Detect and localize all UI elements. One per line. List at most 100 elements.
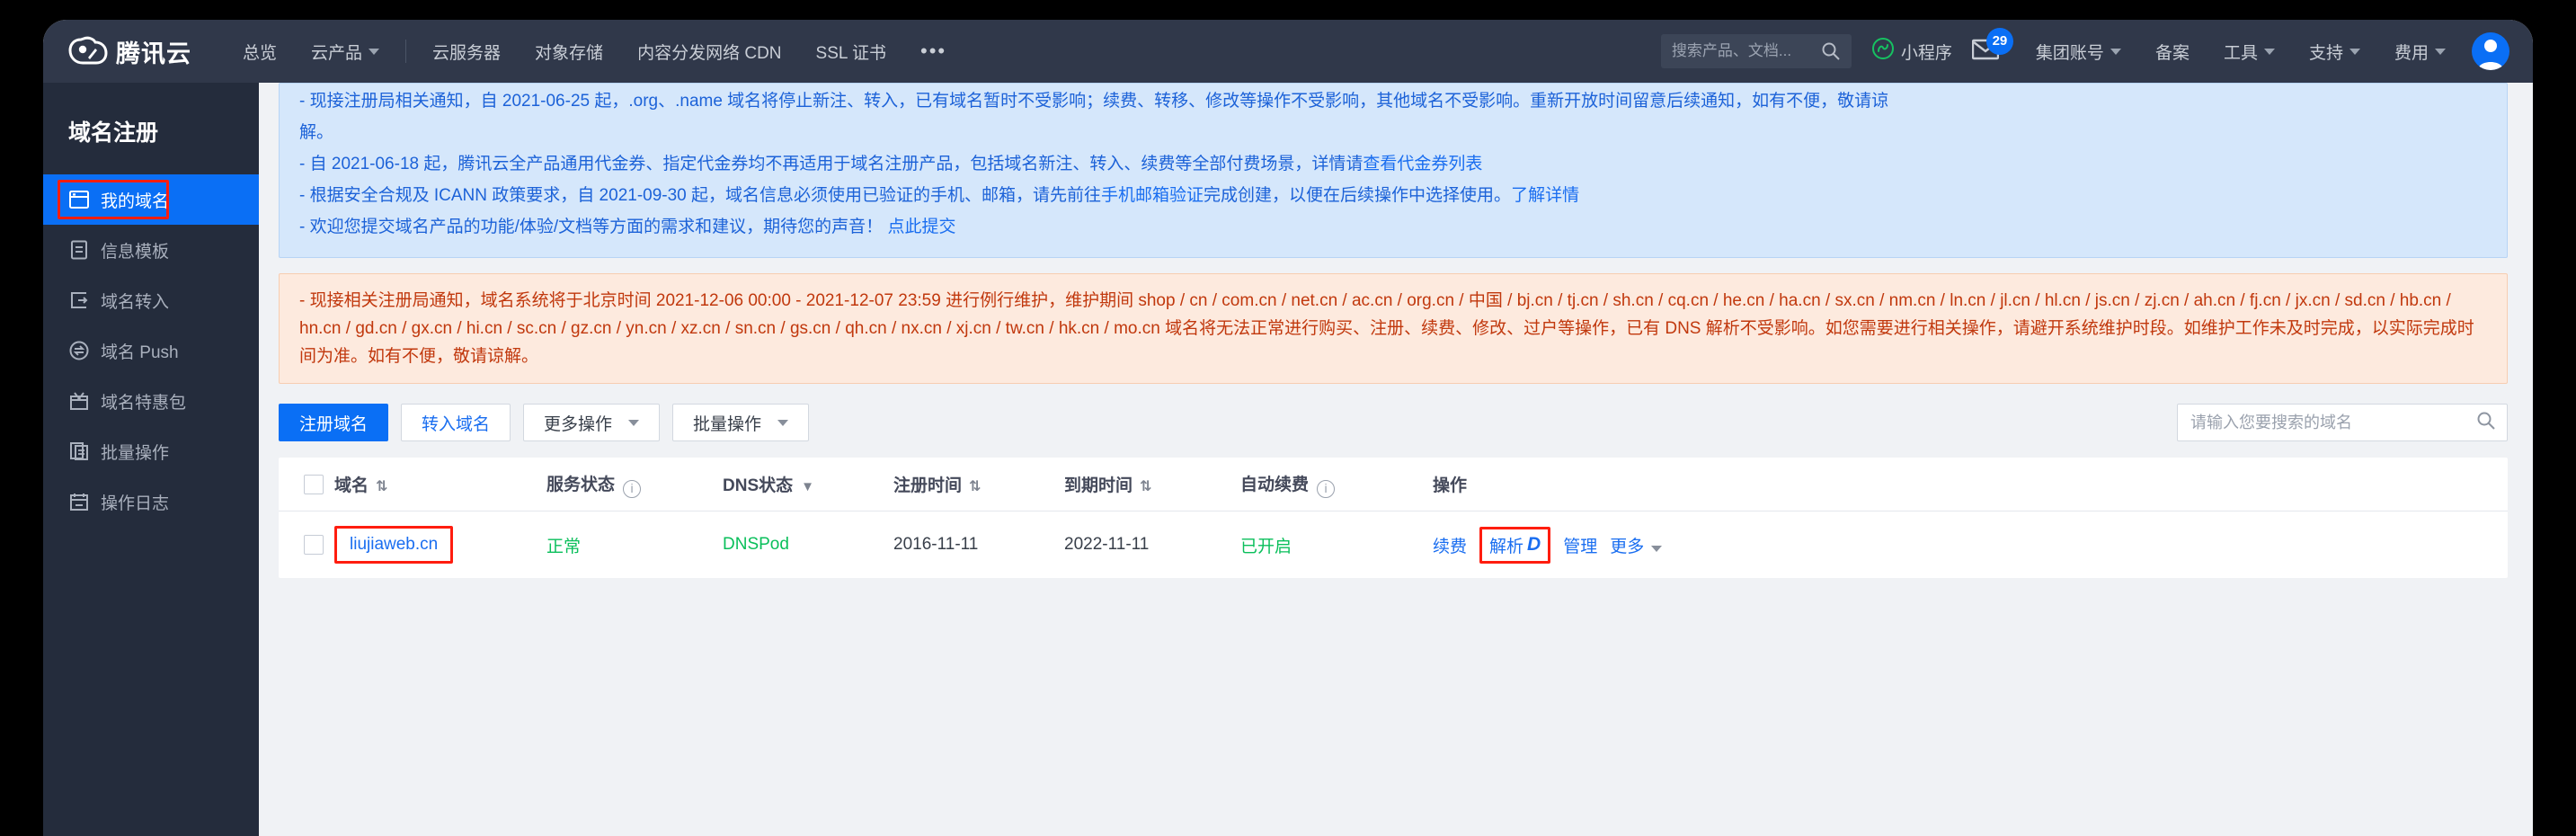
nav-item-cdn[interactable]: 内容分发网络 CDN <box>620 20 798 83</box>
domain-search-box[interactable] <box>2177 404 2508 441</box>
nav-divider <box>405 40 407 63</box>
search-icon[interactable] <box>2476 411 2496 435</box>
search-icon[interactable] <box>1821 41 1841 61</box>
chevron-down-icon <box>777 419 789 426</box>
resolve-action[interactable]: 解析 <box>1489 533 1523 557</box>
renew-action[interactable]: 续费 <box>1433 533 1467 557</box>
cell-domain: liujiaweb.cn <box>334 526 546 564</box>
nav-item-cos[interactable]: 对象存储 <box>518 20 620 83</box>
nav-label: 云产品 <box>311 43 363 63</box>
sidebar-item-domain-push[interactable]: 域名 Push <box>43 325 259 376</box>
nav-item-cvm[interactable]: 云服务器 <box>415 20 518 83</box>
sidebar-item-label: 我的域名 <box>101 191 170 211</box>
calendar-icon <box>68 491 90 512</box>
register-domain-label: 注册域名 <box>299 414 369 434</box>
sidebar-item-operation-log[interactable]: 操作日志 <box>43 476 259 527</box>
phone-email-verify-link[interactable]: 手机邮箱验证 <box>1101 186 1204 205</box>
nav-label: 备案 <box>2154 43 2190 63</box>
sidebar-item-batch-ops[interactable]: 批量操作 <box>43 426 259 476</box>
domain-link[interactable]: liujiaweb.cn <box>350 535 438 554</box>
col-dns-status-label: DNS状态 <box>723 476 794 495</box>
chevron-down-icon <box>2349 48 2360 55</box>
col-register-time-label: 注册时间 <box>893 476 963 495</box>
batch-operations-dropdown[interactable]: 批量操作 <box>672 404 810 441</box>
transfer-in-icon <box>68 289 90 311</box>
sidebar-item-transfer-in[interactable]: 域名转入 <box>43 275 259 325</box>
submit-feedback-link[interactable]: 点此提交 <box>887 218 955 236</box>
row-checkbox[interactable] <box>304 535 324 555</box>
cell-auto-renew: 已开启 <box>1240 537 1292 556</box>
notice-line-3: - 根据安全合规及 ICANN 政策要求，自 2021-09-30 起，域名信息… <box>299 180 2487 211</box>
primary-nav: 总览 云产品 云服务器 对象存储 内容分发网络 CDN SSL 证书 ••• <box>226 20 964 83</box>
col-domain-label: 域名 <box>334 476 369 495</box>
col-expire-time-label: 到期时间 <box>1064 476 1133 495</box>
sidebar-item-label: 域名特惠包 <box>101 393 187 413</box>
nav-label: 总览 <box>243 43 278 63</box>
avatar[interactable] <box>2472 32 2509 70</box>
main-content: - 现接注册局相关通知，自 2021-06-25 起，.org、.name 域名… <box>259 83 2533 836</box>
manage-action[interactable]: 管理 <box>1563 533 1597 557</box>
table-toolbar: 注册域名 转入域名 更多操作 批量操作 <box>279 404 2508 441</box>
sidebar-item-label: 域名转入 <box>101 292 170 312</box>
nav-label: 集团账号 <box>2035 43 2104 63</box>
col-register-time[interactable]: 注册时间 ⇅ <box>893 472 1064 496</box>
nav-item-ssl[interactable]: SSL 证书 <box>799 20 904 83</box>
more-operations-label: 更多操作 <box>544 414 613 434</box>
info-icon[interactable]: i <box>1317 479 1336 498</box>
highlight-box-domain: liujiaweb.cn <box>334 526 454 564</box>
col-expire-time[interactable]: 到期时间 ⇅ <box>1064 472 1240 496</box>
col-operations-label: 操作 <box>1433 476 1468 495</box>
global-search[interactable] <box>1660 34 1852 68</box>
nav-item-billing[interactable]: 费用 <box>2377 20 2463 83</box>
sidebar-item-domain-package[interactable]: 域名特惠包 <box>43 376 259 426</box>
transfer-in-domain-button[interactable]: 转入域名 <box>401 404 511 441</box>
domains-table: 域名 ⇅ 服务状态 i DNS状态 ▼ 注册时间 ⇅ 到期时间 ⇅ 自动续费 i… <box>279 458 2508 578</box>
search-input[interactable] <box>1671 42 1821 60</box>
notice-line-1b: 解。 <box>299 123 334 142</box>
notice-line-4-text: - 欢迎您提交域名产品的功能/体验/文档等方面的需求和建议，期待您的声音！ <box>299 218 888 236</box>
notice-line-3-text: - 根据安全合规及 ICANN 政策要求，自 2021-09-30 起，域名信息… <box>299 186 1102 205</box>
notice-line-2-text: - 自 2021-06-18 起，腾讯云全产品通用代金券、指定代金券均不再适用于… <box>299 155 1364 173</box>
brand-logo[interactable]: 腾讯云 <box>52 20 200 83</box>
more-action[interactable]: 更多 <box>1610 533 1663 557</box>
cell-service-status: 正常 <box>546 537 582 556</box>
chevron-down-icon <box>2110 48 2121 55</box>
cell-operations: 续费 解析 D 管理 更多 <box>1433 526 2508 564</box>
window-icon <box>68 189 90 210</box>
nav-label: 支持 <box>2308 43 2343 63</box>
notice-line-3-mid: 完成创建，以便在后续操作中选择使用。 <box>1204 186 1512 205</box>
cell-dns-status: DNSPod <box>723 535 789 554</box>
notice-line-2: - 自 2021-06-18 起，腾讯云全产品通用代金券、指定代金券均不再适用于… <box>299 148 2487 180</box>
notice-line-1-text: - 现接注册局相关通知，自 2021-06-25 起，.org、.name 域名… <box>299 92 1889 111</box>
sidebar: 域名注册 我的域名 信息模板 域名转入 域名 Push 域名特惠包 批量操作 操… <box>43 83 259 836</box>
nav-item-tools[interactable]: 工具 <box>2207 20 2292 83</box>
sort-icon[interactable]: ⇅ <box>969 477 981 495</box>
sort-icon[interactable]: ⇅ <box>376 477 387 495</box>
nav-item-cloud-products[interactable]: 云产品 <box>294 20 396 83</box>
sidebar-title: 域名注册 <box>68 120 159 146</box>
nav-item-more[interactable]: ••• <box>903 20 964 83</box>
more-operations-dropdown[interactable]: 更多操作 <box>523 404 661 441</box>
learn-more-link[interactable]: 了解详情 <box>1511 186 1579 205</box>
sort-icon[interactable]: ⇅ <box>1140 477 1151 495</box>
sidebar-item-my-domains[interactable]: 我的域名 <box>43 174 259 225</box>
select-all-cell <box>279 474 334 494</box>
copy-icon <box>68 440 90 462</box>
messages-entry[interactable]: 29 <box>1971 27 2013 65</box>
nav-item-overview[interactable]: 总览 <box>226 20 294 83</box>
miniprogram-entry[interactable]: 小程序 <box>1871 37 1952 66</box>
domain-search-input[interactable] <box>2190 413 2476 432</box>
nav-item-support[interactable]: 支持 <box>2292 20 2377 83</box>
sidebar-item-info-template[interactable]: 信息模板 <box>43 225 259 275</box>
nav-item-group-account[interactable]: 集团账号 <box>2019 20 2138 83</box>
voucher-list-link[interactable]: 查看代金券列表 <box>1363 155 1482 173</box>
filter-icon[interactable]: ▼ <box>801 479 814 494</box>
cell-register-time: 2016-11-11 <box>893 535 979 554</box>
col-dns-status: DNS状态 ▼ <box>723 472 893 496</box>
col-domain[interactable]: 域名 ⇅ <box>334 472 546 496</box>
nav-label: SSL 证书 <box>815 43 887 63</box>
register-domain-button[interactable]: 注册域名 <box>279 404 389 441</box>
info-icon[interactable]: i <box>623 479 642 498</box>
select-all-checkbox[interactable] <box>304 474 324 494</box>
nav-item-icp[interactable]: 备案 <box>2138 20 2207 83</box>
